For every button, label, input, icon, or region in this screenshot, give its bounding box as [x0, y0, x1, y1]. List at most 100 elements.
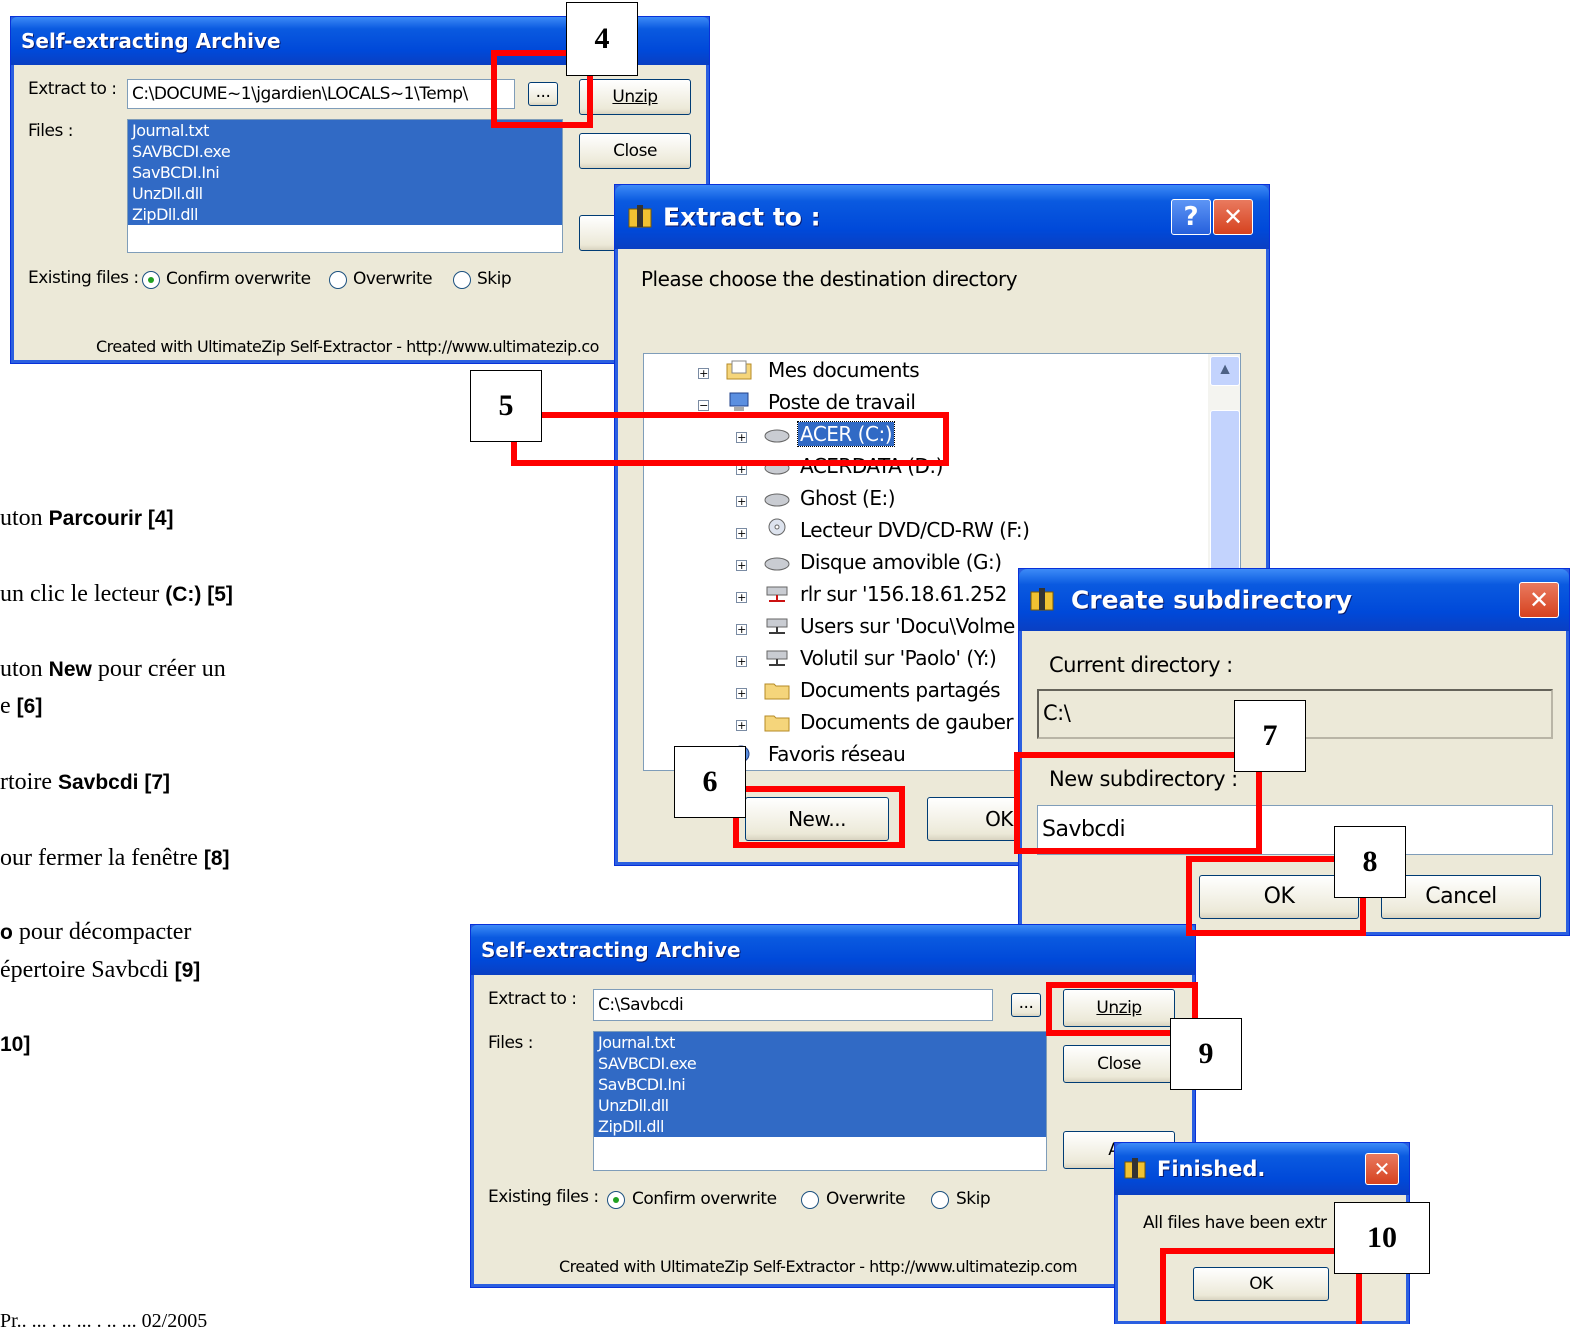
unzip-button[interactable]: Unzip: [579, 79, 691, 115]
callout-4: 4: [566, 2, 638, 76]
finished-message: All files have been extr: [1143, 1213, 1327, 1233]
instruction-line-4: e [6]: [0, 693, 43, 719]
expand-icon[interactable]: +: [736, 592, 747, 603]
tree-label: Lecteur DVD/CD-RW (F:): [800, 518, 1030, 542]
tree-label: Volutil sur 'Paolo' (Y:): [800, 646, 997, 670]
instruction-line-3: uton New pour créer un: [0, 656, 226, 682]
extract-to-label: Extract to :: [28, 79, 117, 99]
instruction-line-1: uton Parcourir [4]: [0, 505, 174, 531]
extract-path-input[interactable]: C:\Savbcdi: [593, 989, 993, 1021]
cd-drive-icon: [768, 518, 786, 536]
radio-overwrite[interactable]: [329, 271, 347, 289]
help-button[interactable]: ?: [1171, 199, 1211, 235]
network-drive-icon: [766, 650, 788, 666]
existing-files-label: Existing files :: [28, 268, 139, 288]
callout-8: 8: [1334, 826, 1406, 898]
callout-9: 9: [1170, 1018, 1242, 1090]
credit-text: Created with UltimateZip Self-Extractor …: [96, 337, 599, 356]
list-item[interactable]: UnzDll.dll: [594, 1095, 1046, 1116]
radio-confirm-overwrite[interactable]: [607, 1191, 625, 1209]
expand-icon[interactable]: +: [736, 560, 747, 571]
folder-documents-icon: [726, 360, 752, 380]
list-item[interactable]: UnzDll.dll: [128, 183, 562, 204]
collapse-icon[interactable]: −: [698, 400, 709, 411]
list-item[interactable]: SavBCDI.Ini: [128, 162, 562, 183]
app-icon: [1030, 588, 1054, 611]
list-item[interactable]: Journal.txt: [594, 1032, 1046, 1053]
computer-icon: [729, 392, 749, 411]
unzip-label: Unzip: [612, 87, 658, 107]
files-list[interactable]: Journal.txt SAVBCDI.exe SavBCDI.Ini UnzD…: [593, 1031, 1047, 1171]
expand-icon[interactable]: +: [698, 368, 709, 379]
extract-to-titlebar[interactable]: Extract to : ? ✕: [615, 185, 1269, 249]
highlight-subdir-input: [1014, 752, 1262, 854]
radio-skip[interactable]: [453, 271, 471, 289]
app-icon: [1124, 1158, 1146, 1179]
instruction-line-6: our fermer la fenêtre [8]: [0, 845, 230, 871]
expand-icon[interactable]: +: [736, 496, 747, 507]
folder-icon: [764, 683, 790, 700]
expand-icon[interactable]: +: [736, 688, 747, 699]
skip-label: Skip: [956, 1189, 991, 1209]
extract-to-title: Extract to :: [663, 202, 821, 232]
list-item[interactable]: ZipDll.dll: [594, 1116, 1046, 1137]
subdir-titlebar[interactable]: Create subdirectory ✕: [1019, 569, 1569, 631]
close-x-button[interactable]: ✕: [1213, 199, 1253, 235]
highlight-finished-ok: [1160, 1248, 1362, 1324]
finished-title: Finished.: [1157, 1157, 1266, 1181]
skip-label: Skip: [477, 269, 512, 289]
expand-icon[interactable]: +: [736, 528, 747, 539]
destination-prompt: Please choose the destination directory: [641, 267, 1018, 291]
app-icon: [628, 205, 652, 228]
scroll-up-button[interactable]: ▲: [1210, 356, 1240, 386]
expand-icon[interactable]: +: [736, 720, 747, 731]
archive-window-2: Self-extracting Archive Extract to : C:\…: [470, 924, 1196, 1288]
confirm-overwrite-label: Confirm overwrite: [632, 1189, 777, 1209]
tree-label: Users sur 'Docu\Volme: [800, 614, 1015, 638]
extract-to-label: Extract to :: [488, 989, 577, 1009]
list-item[interactable]: ZipDll.dll: [128, 204, 562, 225]
network-drive-icon: [766, 586, 788, 602]
tree-label: Documents de gauber: [800, 710, 1014, 734]
archive-2-title: Self-extracting Archive: [481, 938, 741, 962]
tree-label: Favoris réseau: [768, 742, 906, 766]
callout-10: 10: [1334, 1202, 1430, 1274]
radio-overwrite[interactable]: [801, 1191, 819, 1209]
tree-label: Documents partagés: [800, 678, 1001, 702]
extract-path-input[interactable]: C:\DOCUME~1\jgardien\LOCALS~1\Temp\: [127, 79, 515, 109]
folder-icon: [764, 715, 790, 732]
radio-skip[interactable]: [931, 1191, 949, 1209]
expand-icon[interactable]: +: [736, 656, 747, 667]
current-directory-label: Current directory :: [1049, 653, 1233, 677]
tree-label: Mes documents: [768, 358, 920, 382]
list-item[interactable]: SAVBCDI.exe: [128, 141, 562, 162]
close-x-button[interactable]: ✕: [1519, 582, 1559, 618]
list-item[interactable]: SAVBCDI.exe: [594, 1053, 1046, 1074]
files-list[interactable]: Journal.txt SAVBCDI.exe SavBCDI.Ini UnzD…: [127, 119, 563, 253]
callout-5: 5: [470, 370, 542, 442]
callout-6: 6: [674, 746, 746, 818]
close-button[interactable]: Close: [1063, 1045, 1175, 1083]
highlight-drive-c: [511, 412, 949, 466]
close-x-button[interactable]: ✕: [1365, 1153, 1399, 1185]
instruction-line-7: o pour décompacter: [0, 919, 192, 945]
credit-text: Created with UltimateZip Self-Extractor …: [559, 1257, 1078, 1276]
browse-button[interactable]: ...: [1011, 993, 1041, 1017]
drive-icon: [764, 493, 790, 507]
scroll-thumb[interactable]: [1210, 410, 1240, 592]
tree-label: Ghost (E:): [800, 486, 896, 510]
tree-label: Poste de travail: [768, 390, 916, 414]
expand-icon[interactable]: +: [736, 624, 747, 635]
instruction-line-2: un clic le lecteur (C:) [5]: [0, 581, 233, 607]
removable-drive-icon: [764, 557, 790, 571]
highlight-new-button: [733, 786, 905, 848]
confirm-overwrite-label: Confirm overwrite: [166, 269, 311, 289]
radio-confirm-overwrite[interactable]: [142, 271, 160, 289]
archive-1-title: Self-extracting Archive: [21, 29, 281, 53]
finished-titlebar[interactable]: Finished. ✕: [1115, 1143, 1409, 1195]
archive-2-titlebar[interactable]: Self-extracting Archive: [471, 925, 1195, 975]
existing-files-label: Existing files :: [488, 1187, 599, 1207]
page-footer: Pr.. ... . .. ... . .. ... 02/2005: [0, 1310, 208, 1332]
close-button[interactable]: Close: [579, 133, 691, 169]
list-item[interactable]: SavBCDI.Ini: [594, 1074, 1046, 1095]
